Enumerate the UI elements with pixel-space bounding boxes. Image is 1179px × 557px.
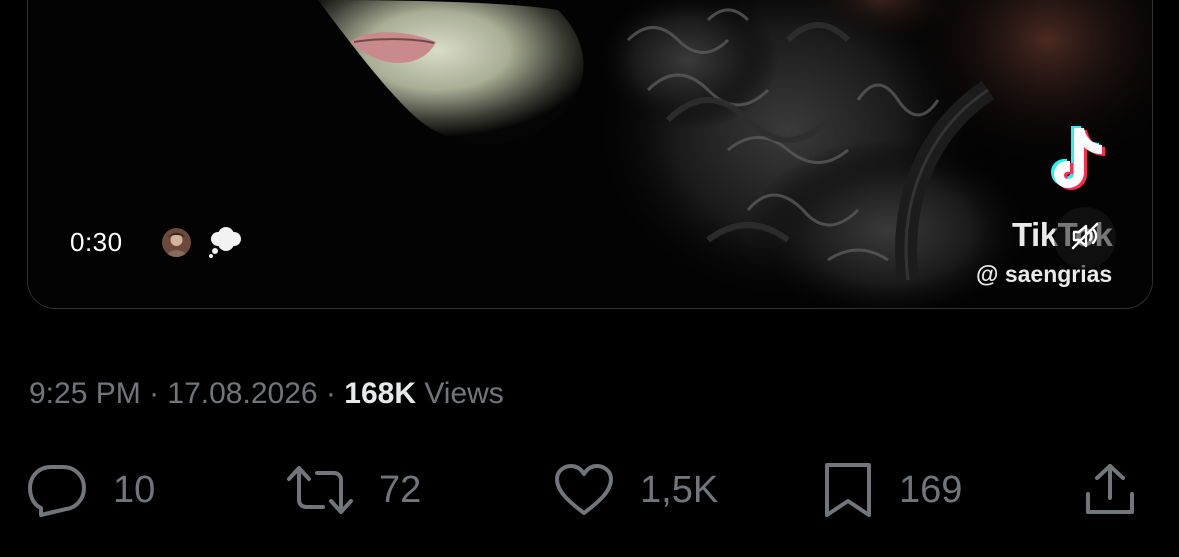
like-count: 1,5K	[640, 468, 719, 511]
retweet-icon	[287, 464, 353, 516]
mute-toggle-button[interactable]	[1054, 207, 1116, 269]
post-meta: 9:25 PM · 17.08.2026 · 168K Views	[29, 377, 504, 411]
retweet-count: 72	[379, 468, 422, 511]
video-player[interactable]: 0:30 @ saengrias	[27, 0, 1153, 309]
bookmark-count: 169	[899, 468, 963, 511]
reply-button[interactable]: 10	[27, 460, 155, 520]
action-bar: 10 72 1,5K 169	[0, 460, 1179, 520]
meta-separator: ·	[325, 377, 336, 410]
bookmark-button[interactable]: 169	[823, 460, 962, 520]
heart-icon	[554, 463, 614, 517]
reply-icon	[27, 462, 87, 518]
retweet-button[interactable]: 72	[287, 460, 421, 520]
share-button[interactable]	[1082, 460, 1138, 520]
profile-avatar-icon	[162, 227, 191, 257]
video-overlay: 0:30	[70, 225, 243, 259]
post-time[interactable]: 9:25 PM	[29, 377, 141, 410]
speaker-muted-icon	[1070, 221, 1100, 256]
meta-separator: ·	[149, 377, 160, 410]
post-date[interactable]: 17.08.2026	[167, 377, 317, 410]
thought-bubble-icon	[207, 225, 243, 259]
like-button[interactable]: 1,5K	[554, 460, 718, 520]
views-count: 168K	[344, 377, 416, 410]
video-duration: 0:30	[70, 226, 123, 257]
bookmark-icon	[823, 461, 873, 519]
share-icon	[1082, 462, 1138, 518]
reply-count: 10	[113, 468, 156, 511]
views-label: Views	[424, 377, 504, 410]
tiktok-logo-icon	[1040, 122, 1112, 202]
